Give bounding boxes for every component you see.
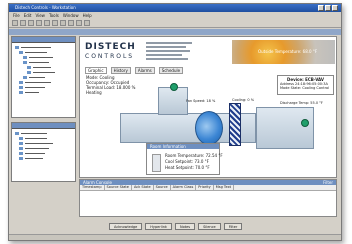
duct-inlet-riser (158, 87, 188, 115)
acknowledge-button[interactable]: Acknowledge (109, 223, 143, 230)
window-title: Distech Controls - Workstation (15, 5, 76, 10)
alarm-button-row: Acknowledge Hyperlink Notes Silence Filt… (109, 223, 243, 230)
close-button[interactable] (332, 5, 338, 11)
col-header[interactable]: Msg Text (214, 185, 235, 190)
cooling-label: Cooling: 0 % (232, 98, 255, 102)
tab-alarms[interactable]: Alarms (134, 67, 155, 74)
alarm-console-title: Alarm Console Filter (80, 180, 336, 185)
folder-icon (23, 76, 27, 79)
tree-item[interactable] (15, 90, 75, 95)
duct-outlet (256, 107, 314, 149)
silence-button[interactable]: Silence (198, 223, 221, 230)
save-icon[interactable] (44, 20, 50, 26)
col-header[interactable]: Alarm Class (171, 185, 197, 190)
folder-icon (27, 66, 31, 69)
folder-icon (15, 132, 19, 135)
palette-panel (11, 122, 76, 182)
status-bar (9, 234, 341, 240)
folder-icon (19, 152, 23, 155)
menu-bar: File Edit View Tools Window Help (9, 12, 341, 19)
print-icon[interactable] (52, 20, 58, 26)
cut-icon[interactable] (60, 20, 66, 26)
alarm-table-header: Timestamp Source State Ack State Source … (80, 185, 336, 191)
col-header[interactable]: Ack State (132, 185, 154, 190)
home-icon[interactable] (36, 20, 42, 26)
toolbar (9, 19, 341, 28)
fan-speed-label: Fan Speed: 18 % (186, 99, 216, 103)
tab-graphic[interactable]: Graphic (85, 67, 107, 74)
menu-window[interactable]: Window (63, 12, 79, 19)
thermostat-icon (152, 154, 161, 172)
notes-button[interactable]: Notes (174, 223, 196, 230)
menu-view[interactable]: View (35, 12, 45, 19)
folder-icon (23, 61, 27, 64)
title-bar: Distech Controls - Workstation (9, 4, 341, 12)
folder-icon (23, 56, 27, 59)
nav-tree-panel (11, 36, 76, 118)
folder-icon (19, 147, 23, 150)
device-info-box: Device: ECB-VAV Address 24:18:96:05:00:3… (277, 75, 334, 95)
alarm-title-text: Alarm Console (83, 180, 112, 185)
folder-icon (19, 51, 23, 54)
menu-help[interactable]: Help (83, 12, 92, 19)
alarm-console: Alarm Console Filter Timestamp Source St… (79, 179, 337, 217)
cooling-coil-icon[interactable] (229, 103, 241, 146)
folder-icon (19, 157, 23, 160)
col-header[interactable]: Source (154, 185, 171, 190)
device-state: Mode State: Cooling Control (280, 86, 330, 90)
brand-logo: DISTECH CONTROLS (85, 42, 142, 64)
filter-button[interactable]: Filter (223, 223, 243, 230)
maximize-button[interactable] (325, 5, 331, 11)
discharge-sensor-icon[interactable] (301, 119, 309, 127)
heat-setpoint-text: Heat Setpoint: 70.0 °F (165, 165, 210, 170)
room-information-panel: Room Information Room Temperature: 72.54… (146, 143, 223, 175)
folder-icon (19, 137, 23, 140)
alarm-filter-text[interactable]: Filter (323, 180, 333, 185)
outside-temp-text: Outside Temperature: 68.0 °F (258, 49, 318, 54)
discharge-temp-label: Discharge Temp: 55.0 °F (280, 101, 323, 105)
hyperlink-button[interactable]: Hyperlink (145, 223, 172, 230)
brand-subname: CONTROLS (85, 53, 135, 60)
col-header[interactable]: Priority (196, 185, 214, 190)
col-header[interactable]: Source State (105, 185, 132, 190)
menu-tools[interactable]: Tools (49, 12, 59, 19)
room-info-title: Room Information (147, 144, 219, 149)
sidebar (11, 36, 76, 216)
status-block: Mode: Cooling Occupancy: Occupied Termin… (86, 75, 135, 95)
undo-icon[interactable] (84, 20, 90, 26)
nav-tree (12, 43, 75, 95)
window-controls (318, 5, 338, 11)
folder-icon (15, 46, 19, 49)
heating-text: Heating (86, 90, 102, 95)
room-info-rows: Room Temperature: 72.54 °F Cool Setpoint… (165, 153, 223, 171)
tab-schedule[interactable]: Schedule (158, 67, 184, 74)
graphic-view: DISTECH CONTROLS Outside Temperature: 68… (79, 36, 337, 178)
folder-icon (27, 71, 31, 74)
palette-list (12, 129, 75, 161)
screenshot-stage: Distech Controls - Workstation File Edit… (0, 0, 352, 244)
menu-edit[interactable]: Edit (24, 12, 32, 19)
forward-icon[interactable] (20, 20, 26, 26)
folder-icon (19, 81, 23, 84)
folder-icon (19, 86, 23, 89)
menu-file[interactable]: File (13, 12, 20, 19)
copy-icon[interactable] (68, 20, 74, 26)
view-tabs: Graphic History Alarms Schedule (85, 67, 184, 74)
folder-icon (19, 91, 23, 94)
folder-icon (19, 142, 23, 145)
palette-item[interactable] (15, 156, 75, 161)
fan-icon[interactable] (195, 111, 223, 145)
address-bar[interactable] (9, 29, 341, 35)
outside-temp-banner: Outside Temperature: 68.0 °F (232, 40, 335, 64)
paste-icon[interactable] (76, 20, 82, 26)
minimize-button[interactable] (318, 5, 324, 11)
application-window: Distech Controls - Workstation File Edit… (8, 3, 342, 241)
col-header[interactable]: Timestamp (80, 185, 105, 190)
header-text-block (146, 42, 196, 62)
inlet-sensor-icon[interactable] (170, 83, 178, 91)
tab-history[interactable]: History (110, 67, 131, 74)
back-icon[interactable] (12, 20, 18, 26)
brand-name: DISTECH (85, 42, 136, 52)
refresh-icon[interactable] (28, 20, 34, 26)
